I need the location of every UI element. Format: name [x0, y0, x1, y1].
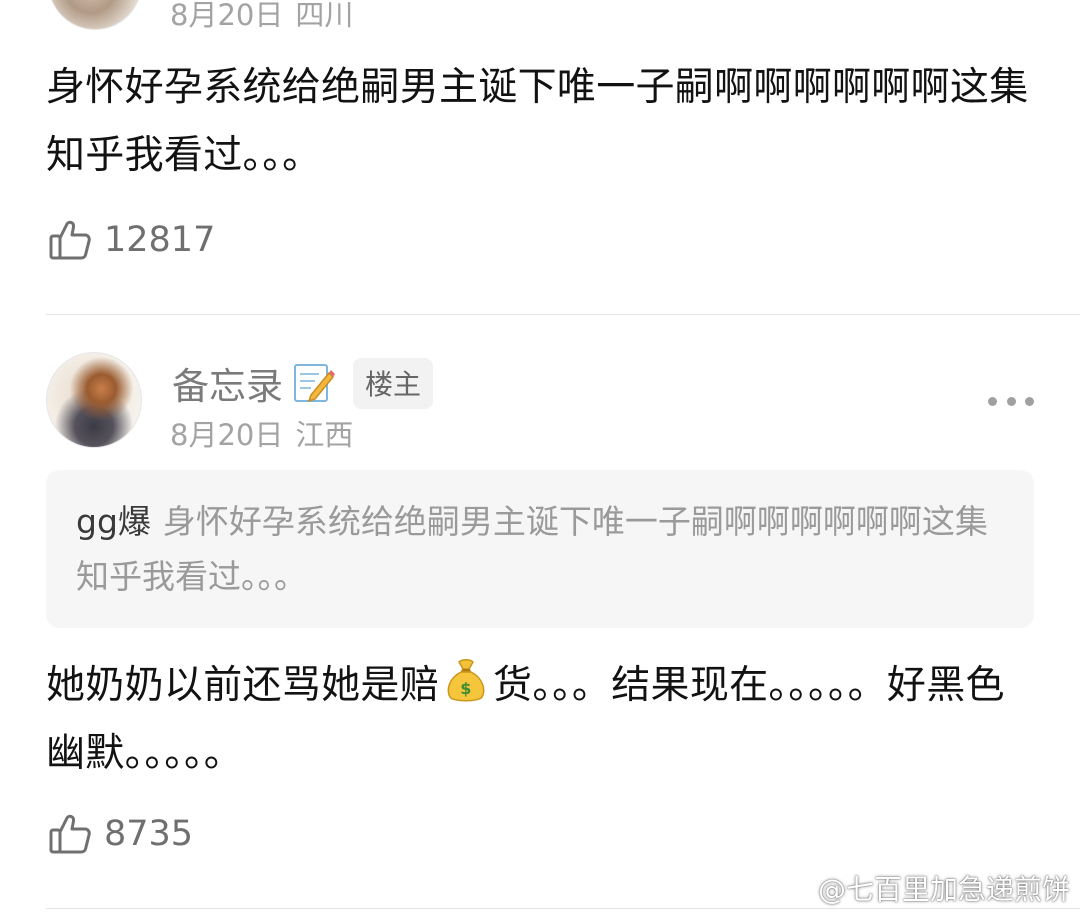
comment-header: 备忘录 楼主 [172, 356, 434, 410]
more-dot-icon [1006, 396, 1016, 406]
username[interactable]: 备忘录 [172, 356, 283, 410]
watermark: @七百里加急递煎饼 [772, 868, 1070, 908]
more-dot-icon [1025, 396, 1034, 406]
comment-text: 身怀好孕系统给绝嗣男主诞下唯一子嗣啊啊啊啊啊啊这集知乎我看过。。。 [46, 65, 1029, 178]
owner-badge: 楼主 [353, 357, 434, 409]
more-dot-icon [988, 396, 997, 406]
svg-text:$: $ [460, 679, 471, 698]
comment-location: 四川 [295, 0, 354, 32]
comment-meta: 8月20日 四川 [170, 0, 365, 34]
quoted-reply[interactable]: gg爆 身怀好孕系统给绝嗣男主诞下唯一子嗣啊啊啊啊啊啊这集知乎我看过。。。 [46, 470, 1034, 628]
comment-text-part: 她奶奶以前还骂她是赔 [46, 663, 440, 708]
comment-date: 8月20日 [170, 418, 284, 452]
memo-icon [291, 361, 335, 405]
like-count: 12817 [104, 220, 216, 260]
avatar[interactable] [48, 0, 142, 30]
divider [46, 314, 1080, 315]
comment-date: 8月20日 [170, 0, 284, 32]
thumbs-up-icon [48, 218, 92, 262]
like-button[interactable]: 8735 [48, 812, 193, 856]
divider [46, 908, 1080, 909]
comment-text: 她奶奶以前还骂她是赔 $ 货。。。结果现在。。。。。好黑色幽默。。。。。 [46, 652, 1036, 788]
more-options-button[interactable] [988, 392, 1034, 410]
comment-meta: 8月20日 江西 [170, 412, 365, 454]
like-count: 8735 [104, 814, 194, 854]
comment-location: 江西 [295, 418, 354, 452]
quote-text: gg爆 身怀好孕系统给绝嗣男主诞下唯一子嗣啊啊啊啊啊啊这集知乎我看过。。。 [76, 494, 996, 604]
quote-content: 身怀好孕系统给绝嗣男主诞下唯一子嗣啊啊啊啊啊啊这集知乎我看过。。。 [76, 502, 988, 596]
thumbs-up-icon [48, 812, 92, 856]
avatar[interactable] [46, 352, 142, 448]
quote-author: gg爆 [76, 502, 151, 541]
watermark-text: @七百里加急递煎饼 [817, 873, 1070, 906]
money-bag-icon: $ [441, 656, 491, 706]
weibo-logo-icon [772, 869, 812, 908]
like-button[interactable]: 12817 [48, 218, 215, 262]
